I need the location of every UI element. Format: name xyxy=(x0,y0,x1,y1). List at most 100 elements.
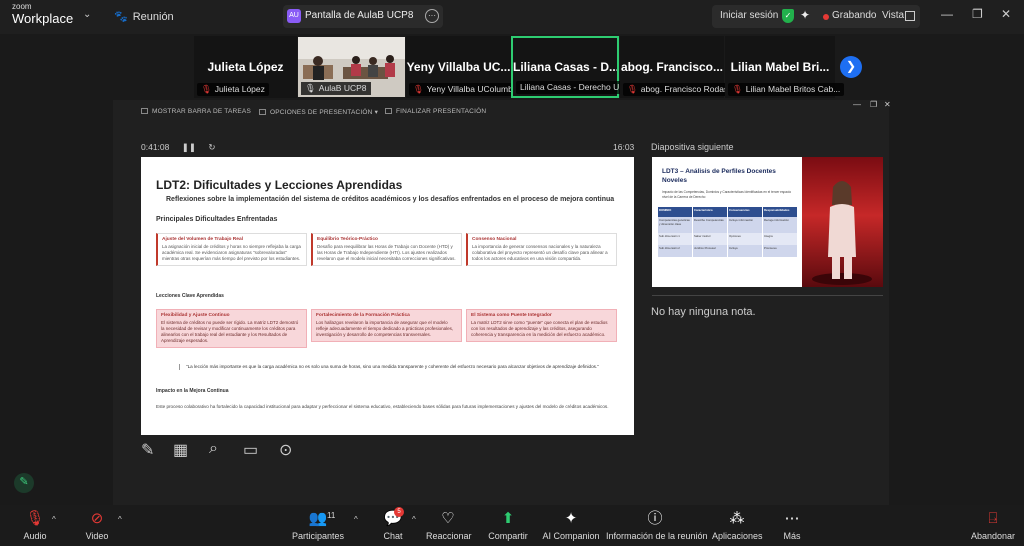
screen-share-indicator[interactable]: AU Pantalla de AulaB UCP8 ··· xyxy=(283,5,443,28)
woman-illustration xyxy=(812,181,872,285)
presenter-figure-image xyxy=(802,157,883,287)
heart-icon: ♡ xyxy=(441,510,455,527)
options-icon xyxy=(259,109,266,116)
minimize-icon[interactable]: — xyxy=(941,7,953,21)
chat-options-chevron-icon[interactable]: ^ xyxy=(412,515,416,524)
next-slide-preview[interactable]: LDT3 – Análisis de Perfiles Docentes Nov… xyxy=(652,157,883,287)
share-screen-button[interactable]: ⬆ Compartir xyxy=(486,509,530,541)
difficulty-card: Consenso Nacional La importancia de gener… xyxy=(466,233,617,266)
end-presentation-button[interactable]: FINALIZAR PRESENTACIÓN xyxy=(385,108,486,115)
leave-button[interactable]: ⍈ Abandonar xyxy=(968,509,1018,541)
participants-count: 11 xyxy=(327,511,336,520)
mic-icon: 🎙 xyxy=(305,83,316,93)
title-bar: zoom Workplace ⌄ 🐾 Reunión AU Pantalla de… xyxy=(0,0,1024,34)
slide-title: LDT2: Dificultades y Lecciones Aprendida… xyxy=(156,178,403,192)
view-grid-icon[interactable] xyxy=(905,11,915,21)
pause-icon[interactable]: ❚❚ xyxy=(182,142,196,152)
paw-icon: 🐾 xyxy=(114,11,128,23)
participant-tile[interactable]: abog. Francisco... 🎙 abog. Francisco Roda… xyxy=(620,36,733,98)
key-quote: "La lección más importante es que la car… xyxy=(179,364,619,370)
meeting-controls-bar: 🎙 Audio ^ ⊘ Video ^ 👥 Participantes 11 ^… xyxy=(0,505,1024,546)
lesson-card: El Sistema como Puente Integrador La matr… xyxy=(466,309,617,342)
sparkle-icon: ✦ xyxy=(564,510,578,527)
ai-sparkle-icon[interactable]: ✦ xyxy=(800,8,810,22)
participant-tile[interactable]: Julieta López 🎙 Julieta López xyxy=(194,36,297,98)
meeting-label: Reunión xyxy=(132,11,174,23)
meeting-info-button[interactable]: ⓘ Información de la reunión xyxy=(606,509,708,541)
participant-label: 🎙 abog. Francisco Rodas xyxy=(623,83,733,96)
more-button[interactable]: ⋯ Más xyxy=(780,509,804,541)
muted-mic-icon: 🎙 xyxy=(25,510,45,527)
brand-big: Workplace xyxy=(12,11,74,26)
audio-options-chevron-icon[interactable]: ^ xyxy=(52,515,56,524)
speaker-notes: No hay ninguna nota. xyxy=(651,306,756,318)
video-button[interactable]: ⊘ Video xyxy=(80,509,114,541)
restore-icon[interactable]: ❐ xyxy=(870,100,877,109)
current-slide[interactable]: LDT2: Dificultades y Lecciones Aprendida… xyxy=(141,157,634,435)
next-slide-subtitle: Impacto de las Competencias, Dominios y … xyxy=(662,190,792,199)
video-off-icon: ⊘ xyxy=(90,510,104,527)
edit-pen-icon[interactable]: ✎ xyxy=(14,473,34,493)
close-icon[interactable]: ✕ xyxy=(1001,7,1011,21)
section-heading: Lecciones Clave Aprendidas xyxy=(156,293,224,299)
brand-small: zoom xyxy=(12,2,32,11)
presenter-view: MOSTRAR BARRA DE TAREAS OPCIONES DE PRES… xyxy=(113,100,891,505)
subtitles-icon[interactable]: ▭ xyxy=(243,440,258,460)
restore-icon[interactable]: ❐ xyxy=(972,7,983,21)
recording-icon xyxy=(823,14,829,20)
muted-mic-icon: 🎙 xyxy=(413,84,424,94)
recording-label[interactable]: Grabando xyxy=(832,10,876,21)
close-icon[interactable]: ✕ xyxy=(884,100,891,109)
slides-grid-icon[interactable]: ▦ xyxy=(173,440,188,460)
table-header-row: DOMINIO Característica Consecuencias Respon… xyxy=(658,207,798,217)
muted-mic-icon: 🎙 xyxy=(627,84,638,94)
app-logo: zoom Workplace xyxy=(12,2,74,26)
participant-name: Yeny Villalba UC... xyxy=(406,60,511,74)
next-participants-button[interactable]: ❯ xyxy=(840,56,862,78)
reactions-button[interactable]: ♡ Reaccionar xyxy=(426,509,472,541)
video-options-chevron-icon[interactable]: ^ xyxy=(118,515,122,524)
participants-button[interactable]: 👥 Participantes xyxy=(290,509,346,541)
ai-companion-button[interactable]: ✦ AI Companion xyxy=(542,509,600,541)
participant-label: Liliana Casas - Derecho U... xyxy=(516,81,631,94)
difficulty-card: Equilibrio Teórico-Práctico Desafío para … xyxy=(311,233,462,266)
apps-button[interactable]: ⁂ Aplicaciones xyxy=(712,509,763,541)
chat-badge: 5 xyxy=(394,507,404,517)
audio-button[interactable]: 🎙 Audio xyxy=(18,509,52,541)
elapsed-time: 0:41:08 xyxy=(141,142,170,152)
pen-tool-icon[interactable]: ✎ xyxy=(141,440,154,460)
more-options-icon[interactable]: ⊙ xyxy=(279,440,292,460)
lesson-card: Fortalecimiento de la Formación Práctica… xyxy=(311,309,462,342)
participant-name: Liliana Casas - D... xyxy=(513,60,617,74)
participant-video[interactable]: 🎙 AulaB UCP8 xyxy=(298,37,405,97)
next-slide-label: Diapositiva siguiente xyxy=(651,142,734,152)
end-icon xyxy=(385,108,392,115)
participant-tile[interactable]: Lilian Mabel Bri... 🎙 Lilian Mabel Britos… xyxy=(725,36,845,98)
more-icon: ⋯ xyxy=(784,510,800,527)
apps-icon: ⁂ xyxy=(729,510,745,527)
impact-paragraph: Este proceso colaborativo ha fortalecido… xyxy=(156,404,609,409)
lesson-card: Flexibilidad y Ajuste Continuo El sistema… xyxy=(156,309,307,348)
zoom-search-icon[interactable]: ⌕ xyxy=(209,440,218,458)
presentation-options-button[interactable]: OPCIONES DE PRESENTACIÓN ▾ xyxy=(259,108,378,116)
participant-tile[interactable]: Yeny Villalba UC... 🎙 Yeny Villalba UColu… xyxy=(406,36,524,98)
more-icon[interactable]: ··· xyxy=(425,9,439,23)
participant-name: Lilian Mabel Bri... xyxy=(730,60,830,74)
chevron-down-icon[interactable]: ⌄ xyxy=(83,9,91,20)
view-button[interactable]: Vista xyxy=(882,10,904,21)
login-button[interactable]: Iniciar sesión xyxy=(720,10,778,21)
meeting-tab[interactable]: 🐾 Reunión xyxy=(114,10,174,23)
shield-icon[interactable]: ✓ xyxy=(782,9,794,23)
share-screen-icon: ⬆ xyxy=(501,510,515,527)
table-row: Competencias genéricas y dimensión clave… xyxy=(658,217,798,233)
next-slide-title: LDT3 – Análisis de Perfiles Docentes Nov… xyxy=(662,168,776,184)
reset-icon[interactable]: ↻ xyxy=(208,142,215,152)
minimize-icon[interactable]: — xyxy=(853,100,861,109)
elapsed-timer: 0:41:08 ❚❚ ↻ xyxy=(141,142,216,153)
participants-options-chevron-icon[interactable]: ^ xyxy=(354,515,358,524)
show-taskbar-button[interactable]: MOSTRAR BARRA DE TAREAS xyxy=(141,108,251,115)
next-slide-table: DOMINIO Característica Consecuencias Respon… xyxy=(658,207,798,257)
leave-door-icon: ⍈ xyxy=(988,510,998,527)
participant-label: 🎙 Lilian Mabel Britos Cab... xyxy=(728,83,845,96)
participant-tile-active-speaker[interactable]: Liliana Casas - D... Liliana Casas - Der… xyxy=(511,36,631,98)
